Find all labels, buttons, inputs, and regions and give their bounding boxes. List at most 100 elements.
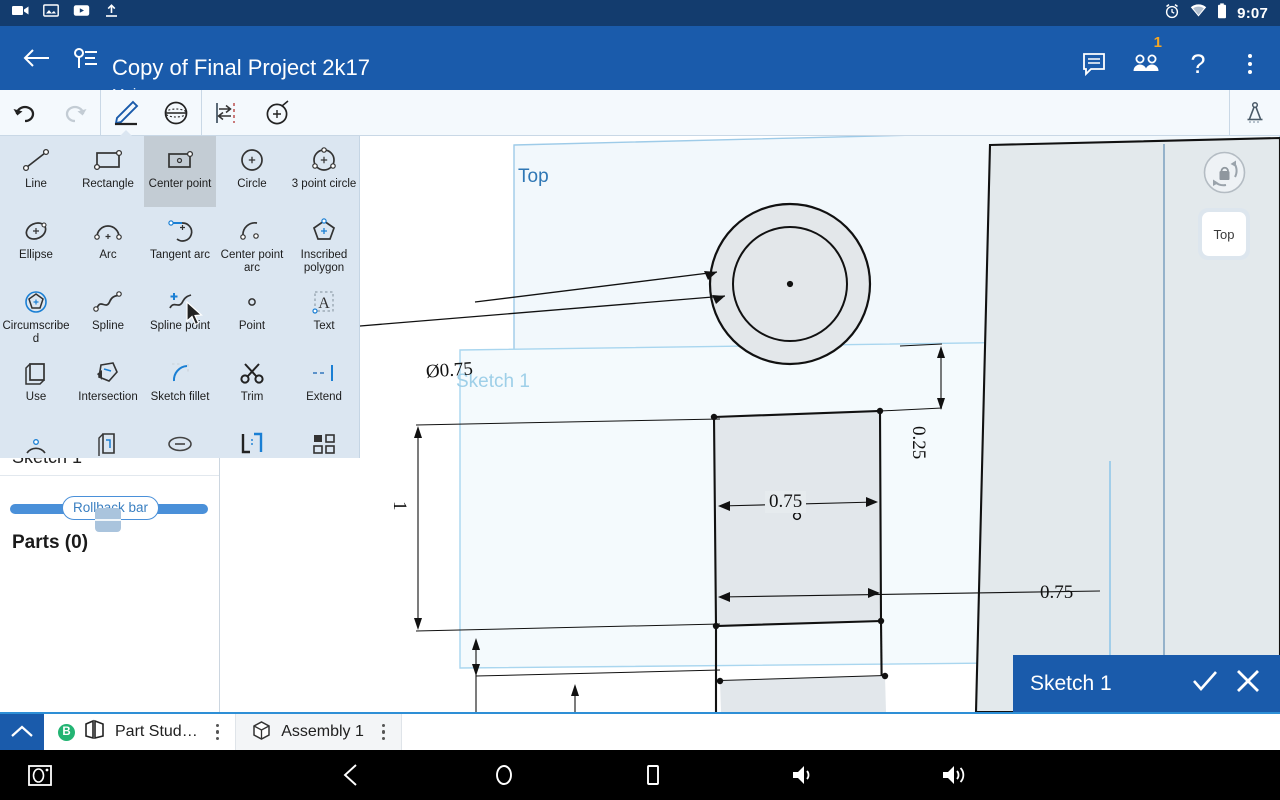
surface-sphere-icon[interactable] bbox=[151, 90, 201, 136]
overflow-menu-icon[interactable] bbox=[1228, 42, 1272, 86]
sketch-tool-ellipse[interactable]: Ellipse bbox=[0, 207, 72, 278]
rectangle-icon bbox=[92, 145, 124, 175]
battery-icon bbox=[1217, 3, 1227, 24]
dimension-value-075-width[interactable]: 0.75 bbox=[765, 491, 806, 513]
nav-recents-square-icon[interactable] bbox=[643, 762, 663, 788]
sketch-tool-3-point-circle[interactable]: 3 point circle bbox=[288, 136, 360, 207]
sketch-tool-circumscribed-polygon[interactable]: Circumscribed bbox=[0, 278, 72, 349]
sketch-tool-label: Center point arc bbox=[217, 249, 287, 275]
tab-overflow-icon[interactable] bbox=[206, 724, 230, 741]
nav-back-triangle-icon[interactable] bbox=[340, 763, 362, 787]
sketch-tool-transform[interactable] bbox=[216, 420, 288, 458]
sketch-confirm-dialog: Sketch 1 bbox=[1013, 655, 1280, 712]
sketch-tool-point[interactable]: Point bbox=[216, 278, 288, 349]
rotation-lock-icon[interactable] bbox=[1202, 150, 1247, 195]
sketch-tool-tangent-arc[interactable]: Tangent arc bbox=[144, 207, 216, 278]
sketch-tool-rectangle[interactable]: Rectangle bbox=[72, 136, 144, 207]
sketch-tool-label: Text bbox=[289, 320, 359, 333]
sketch-tool-label: Point bbox=[217, 320, 287, 333]
sketch-tool-label: 3 point circle bbox=[289, 178, 359, 191]
sketch-tool-construction[interactable] bbox=[144, 420, 216, 458]
sketch-tool-trim[interactable]: Trim bbox=[216, 349, 288, 420]
help-icon[interactable]: ? bbox=[1176, 42, 1220, 86]
volume-up-icon[interactable] bbox=[940, 763, 970, 787]
sketch-tool-spline-point[interactable]: Spline point bbox=[144, 278, 216, 349]
tab-part-studio[interactable]: B Part Stud… bbox=[44, 714, 236, 750]
video-camera-icon bbox=[12, 4, 29, 22]
sketch-dialog-title: Sketch 1 bbox=[1013, 672, 1112, 696]
dimension-value-1[interactable]: 1 bbox=[388, 501, 410, 511]
sketch-tool-label: Line bbox=[1, 178, 71, 191]
youtube-icon bbox=[73, 4, 90, 22]
android-nav-bar bbox=[0, 750, 1280, 800]
sketch-tool-circle[interactable]: Circle bbox=[216, 136, 288, 207]
sketch-tool-label: Intersection bbox=[73, 391, 143, 404]
close-x-icon[interactable] bbox=[1234, 668, 1262, 699]
android-status-bar: 9:07 bbox=[0, 0, 1280, 26]
part-studio-icon bbox=[83, 719, 107, 746]
sketch-tool-use[interactable]: Use bbox=[0, 349, 72, 420]
measure-tool-icon[interactable] bbox=[1230, 90, 1280, 136]
sketch-tool-center-point-arc[interactable]: Center point arc bbox=[216, 207, 288, 278]
circumscribed-polygon-icon bbox=[22, 287, 50, 317]
back-arrow-icon[interactable] bbox=[22, 43, 52, 73]
toolbar-right-group bbox=[1229, 90, 1280, 136]
spline-icon bbox=[92, 287, 124, 317]
constraint-group bbox=[202, 90, 302, 136]
volume-down-icon[interactable] bbox=[790, 763, 816, 787]
construction-icon bbox=[165, 429, 195, 458]
constraint-icon[interactable] bbox=[202, 90, 252, 136]
sketch-tool-sketch-fillet[interactable]: Sketch fillet bbox=[144, 349, 216, 420]
point-icon bbox=[242, 287, 262, 317]
sketch-fillet-icon bbox=[166, 358, 194, 388]
checkmark-icon[interactable] bbox=[1190, 668, 1220, 699]
sketch-pencil-icon[interactable] bbox=[101, 90, 151, 136]
collaborators-icon[interactable]: 1 bbox=[1124, 42, 1168, 86]
sketch-tool-label: Use bbox=[1, 391, 71, 404]
use-icon bbox=[22, 358, 50, 388]
sketch-tool-mirror[interactable] bbox=[0, 420, 72, 458]
ext-line-lower bbox=[476, 670, 720, 676]
sketch-tool-palette[interactable]: Line Rectangle Center point bbox=[0, 136, 360, 458]
sketch-tool-extend[interactable]: Extend bbox=[288, 349, 360, 420]
sketch-tool-line[interactable]: Line bbox=[0, 136, 72, 207]
sketch-tool-offset[interactable] bbox=[72, 420, 144, 458]
three-point-circle-icon bbox=[310, 145, 338, 175]
cad-canvas[interactable]: Top Sketch 1 Ø0.75 0.25 0.75 1 0.75 bbox=[220, 136, 1280, 712]
comments-icon[interactable] bbox=[1072, 42, 1116, 86]
lower-vertex-l bbox=[717, 678, 723, 684]
rollback-drag-handle[interactable] bbox=[95, 508, 121, 532]
header-actions: 1 ? bbox=[1072, 42, 1272, 86]
sketch-tool-spline[interactable]: Spline bbox=[72, 278, 144, 349]
dimension-circle-icon[interactable] bbox=[252, 90, 302, 136]
line-icon bbox=[21, 145, 51, 175]
sketch-tool-inscribed-polygon[interactable]: Inscribed polygon bbox=[288, 207, 360, 278]
rollback-bar[interactable]: Rollback bar bbox=[0, 496, 219, 524]
sketch-rectangle-profile bbox=[714, 411, 881, 626]
history-group bbox=[0, 90, 100, 136]
view-orientation-cube[interactable]: Top bbox=[1198, 208, 1250, 260]
sketch-tool-label: Tangent arc bbox=[145, 249, 215, 262]
collaborator-count-badge: 1 bbox=[1154, 34, 1162, 51]
sketch-tool-intersection[interactable]: Intersection bbox=[72, 349, 144, 420]
expand-tabs-button[interactable] bbox=[0, 714, 44, 750]
undo-icon[interactable] bbox=[0, 90, 50, 136]
sketch-tool-text[interactable]: A Text bbox=[288, 278, 360, 349]
sketch-tool-center-point-rectangle[interactable]: Center point bbox=[144, 136, 216, 207]
spline-point-icon bbox=[164, 287, 196, 317]
diameter-dimension-value[interactable]: Ø0.75 bbox=[425, 358, 473, 383]
page-title: Copy of Final Project 2k17 bbox=[112, 56, 370, 80]
dimension-value-075-offset[interactable]: 0.75 bbox=[1040, 582, 1073, 604]
tab-assembly-1[interactable]: Assembly 1 bbox=[236, 714, 402, 750]
ellipse-icon bbox=[22, 216, 50, 246]
nav-home-circle-icon[interactable] bbox=[492, 762, 516, 788]
tab-overflow-icon[interactable] bbox=[372, 724, 396, 741]
kebab-dots bbox=[1248, 54, 1252, 74]
sketch-tool-arc[interactable]: Arc bbox=[72, 207, 144, 278]
dimension-value-025[interactable]: 0.25 bbox=[907, 426, 929, 459]
mirror-icon bbox=[21, 429, 51, 458]
branch-icon[interactable] bbox=[70, 42, 102, 74]
sketch-tool-pattern[interactable] bbox=[288, 420, 360, 458]
screenshot-icon[interactable] bbox=[26, 762, 56, 788]
text-icon: A bbox=[311, 287, 337, 317]
